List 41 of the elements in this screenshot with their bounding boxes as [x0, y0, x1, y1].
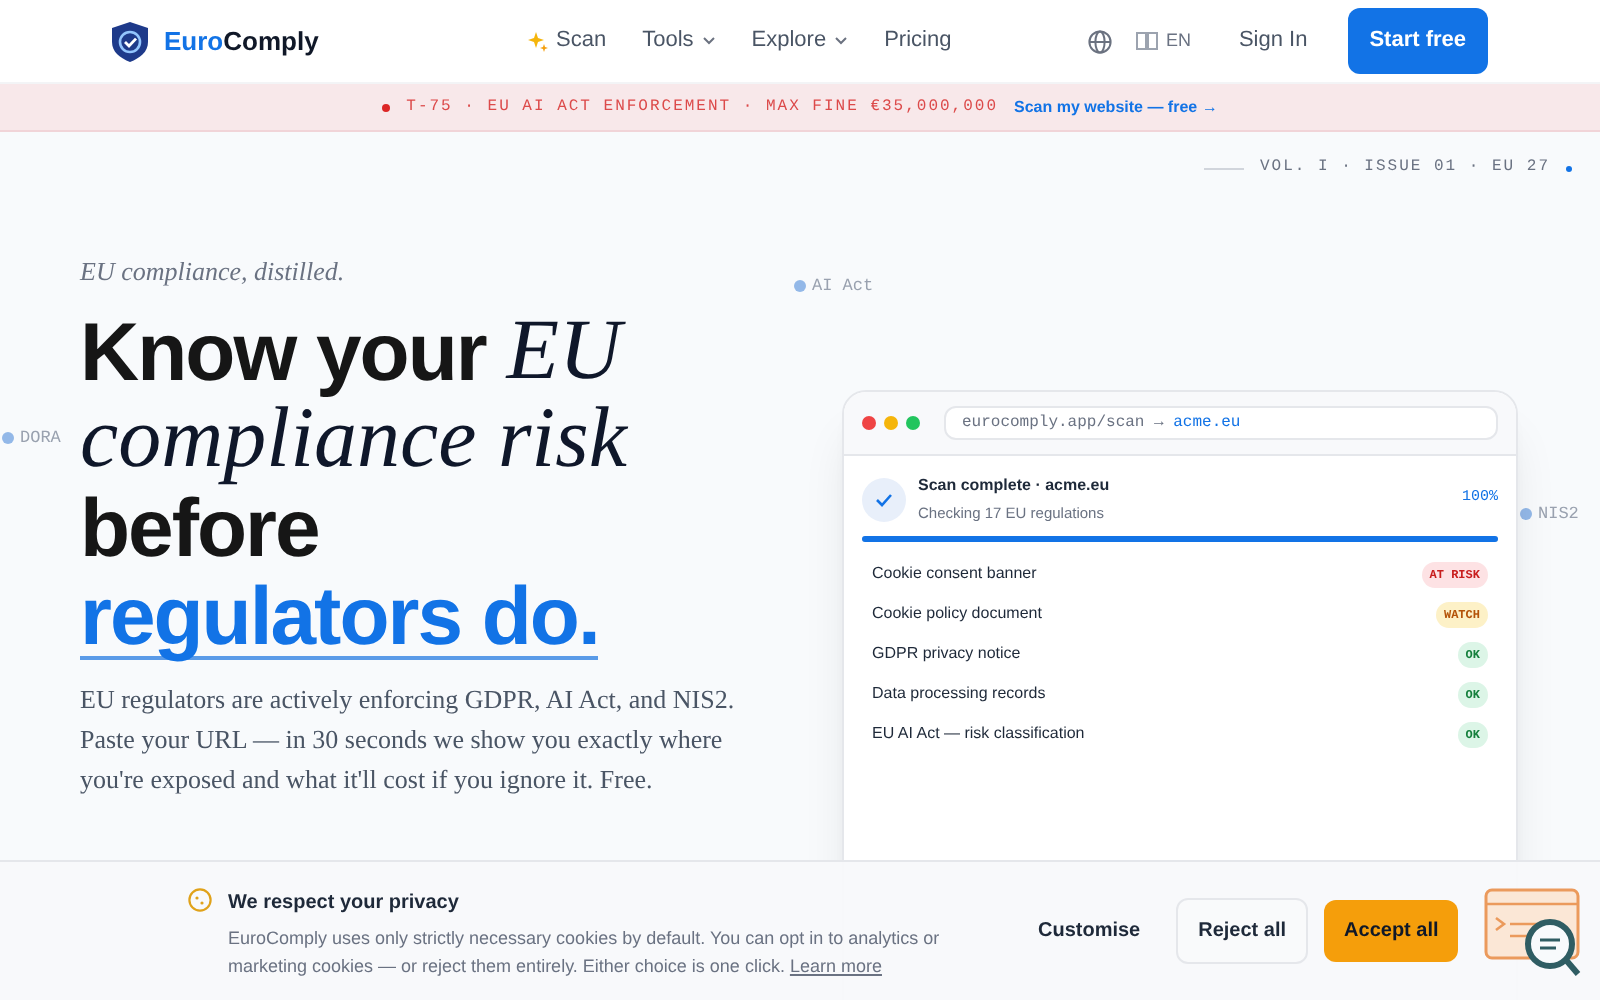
cookie-title: We respect your privacy	[228, 890, 461, 918]
address-text: eurocomply.app/scan → acme.eu	[962, 411, 1241, 435]
scan-website-link[interactable]: Scan my website — free →	[1014, 95, 1218, 119]
reject-all-button[interactable]: Reject all	[1176, 898, 1309, 964]
sign-in-link[interactable]: Sign In	[1238, 24, 1308, 58]
headline-line: compliance risk	[80, 395, 630, 483]
chevron-down-icon	[701, 36, 716, 46]
nav-link[interactable]: Explore	[751, 24, 849, 58]
regulation-tag: AI Act	[812, 274, 874, 300]
regulation-tag: NIS2	[1538, 502, 1579, 528]
chevron-down-icon	[834, 36, 849, 46]
check-icon	[862, 477, 906, 522]
check-label: EU AI Act — risk classification	[872, 722, 1085, 747]
nav-link[interactable]: Pricing	[884, 24, 952, 58]
cookie-icon	[188, 888, 212, 912]
hero-paragraph: EU regulators are actively enforcing GDPR, AI Act, and NIS2. Paste your URL — in 30 seconds we show you exactly where you're exposed and what it'll cost if you ignore it. Free.	[80, 681, 737, 798]
language-button[interactable]: EN	[1135, 27, 1191, 55]
accept-all-button[interactable]: Accept all	[1324, 900, 1459, 962]
brand-name[interactable]: EuroComply	[164, 21, 319, 61]
cookie-text: EuroComply uses only strictly necessary cookies by default. You can opt in to analytics or marketing cookies — or reject them entirely. Either choice is one click. Learn more	[228, 926, 942, 980]
announcement-text: T-75 · EU AI ACT ENFORCEMENT · MAX FINE €35,000,000	[406, 95, 998, 119]
nav-link[interactable]: Scan	[528, 24, 607, 58]
customise-button[interactable]: Customise	[1018, 900, 1161, 962]
regulation-tag: DORA	[20, 426, 61, 452]
start-free-button[interactable]: Start free	[1347, 8, 1488, 74]
check-label: GDPR privacy notice	[872, 642, 1021, 667]
globe-icon[interactable]	[1087, 29, 1112, 53]
support-widget-icon[interactable]	[1484, 888, 1584, 976]
shield-logo-icon	[112, 21, 148, 61]
sparkle-icon	[528, 31, 548, 51]
scan-title: Scan complete · acme.eu	[918, 474, 1110, 498]
check-label: Cookie consent banner	[872, 562, 1037, 587]
edition-label: VOL. I · ISSUE 01 · EU 27	[1259, 156, 1550, 180]
check-label: Data processing records	[872, 682, 1046, 707]
headline-line: regulators do.	[80, 571, 601, 659]
learn-more-link[interactable]: Learn more	[789, 956, 882, 976]
nav-link[interactable]: Tools	[642, 24, 716, 58]
headline-line: before	[80, 483, 319, 571]
headline-line: Know your EU	[80, 307, 628, 395]
check-label: Cookie policy document	[872, 602, 1042, 627]
tagline: EU compliance, distilled.	[80, 254, 347, 290]
